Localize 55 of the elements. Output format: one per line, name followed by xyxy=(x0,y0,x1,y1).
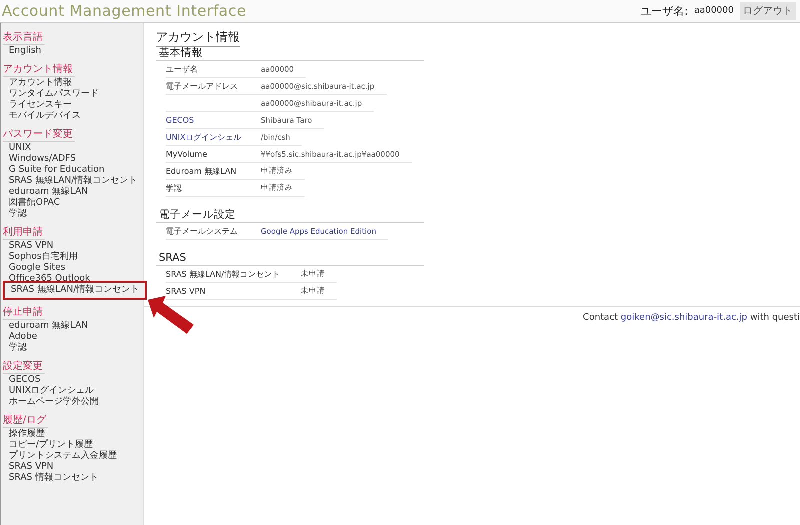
menu-item[interactable]: UNIXログインシェル xyxy=(9,386,94,397)
section-heading: アカウント情報 xyxy=(3,63,75,77)
field-label: 電子メールシステム xyxy=(166,226,239,236)
page-title: アカウント情報 xyxy=(156,29,240,47)
field-label: MyVolume xyxy=(166,150,208,158)
menu-item[interactable]: Google Sites xyxy=(9,263,66,274)
menu-item[interactable]: プリントシステム入金履歴 xyxy=(9,451,117,462)
menu-item[interactable]: Sophos自宅利用 xyxy=(9,252,78,263)
field-label: Eduroam 無線LAN xyxy=(166,166,238,176)
section-heading: 履歴/ログ xyxy=(3,414,48,428)
menu-item[interactable]: English xyxy=(9,46,42,57)
field-label: SRAS VPN xyxy=(166,286,207,296)
highlighted-menu-item[interactable]: SRAS 無線LAN/情報コンセント xyxy=(3,281,148,300)
menu-item[interactable]: G Suite for Education xyxy=(9,165,105,176)
menu-item[interactable]: モバイルデバイス xyxy=(9,111,81,122)
section-heading: 利用申請 xyxy=(3,226,45,240)
menu-item[interactable]: Adobe xyxy=(9,332,38,343)
username: aa00000 xyxy=(694,6,734,16)
menu-item[interactable]: SRAS 無線LAN/情報コンセント xyxy=(9,176,138,187)
field-label[interactable]: GECOS xyxy=(166,116,261,124)
section-heading: 表示言語 xyxy=(3,31,45,45)
field-label: 学認 xyxy=(166,182,183,194)
menu-item[interactable]: コピー/プリント履歴 xyxy=(9,440,94,451)
section-heading: 電子メール設定 xyxy=(156,209,424,223)
menu-item[interactable]: GECOS xyxy=(9,375,41,386)
menu-item[interactable]: SRAS 情報コンセント xyxy=(9,473,98,484)
section-heading: 設定変更 xyxy=(3,360,45,374)
menu-item[interactable]: SRAS VPN xyxy=(9,241,54,252)
app-title: Account Management Interface xyxy=(1,2,246,20)
menu-item[interactable]: アカウント情報 xyxy=(9,78,72,89)
field-label[interactable]: UNIXログインシェル xyxy=(166,132,261,142)
menu-item[interactable]: eduroam 無線LAN xyxy=(9,187,88,198)
menu-item[interactable]: ワンタイムパスワード xyxy=(9,89,99,100)
email-link[interactable]: goiken@sic.shibaura-it.ac.jp xyxy=(620,313,748,323)
contact-text: Contact goiken@sic.shibaura-it.ac.jp with questi xyxy=(583,313,800,323)
menu-item[interactable]: eduroam 無線LAN xyxy=(9,321,88,332)
section-heading: パスワード変更 xyxy=(3,128,75,142)
section-heading: 停止申請 xyxy=(3,306,45,320)
menu-item[interactable]: 操作履歴 xyxy=(9,429,45,440)
menu-item[interactable]: 学認 xyxy=(9,343,27,354)
menu-item[interactable]: Windows/ADFS xyxy=(9,154,76,165)
field-label: ユーザ名 xyxy=(166,64,199,74)
menu-item[interactable]: 図書館OPAC xyxy=(9,198,60,209)
menu-item[interactable]: 学認 xyxy=(9,209,27,220)
menu-item[interactable]: UNIX xyxy=(9,143,32,154)
field-label: 電子メールアドレス xyxy=(166,80,239,92)
field-label: SRAS 無線LAN/情報コンセント xyxy=(166,268,282,280)
section-heading: 基本情報 xyxy=(156,47,424,61)
menu-item[interactable]: ホームページ学外公開 xyxy=(9,397,99,408)
user-label: ユーザ名: xyxy=(640,4,688,18)
logout-button[interactable]: ログアウト xyxy=(740,2,796,20)
arrow-annotation xyxy=(148,296,194,336)
menu-item[interactable]: ライセンスキー xyxy=(9,100,72,111)
menu-item[interactable]: SRAS VPN xyxy=(9,462,54,473)
section-heading: SRAS xyxy=(156,252,424,266)
